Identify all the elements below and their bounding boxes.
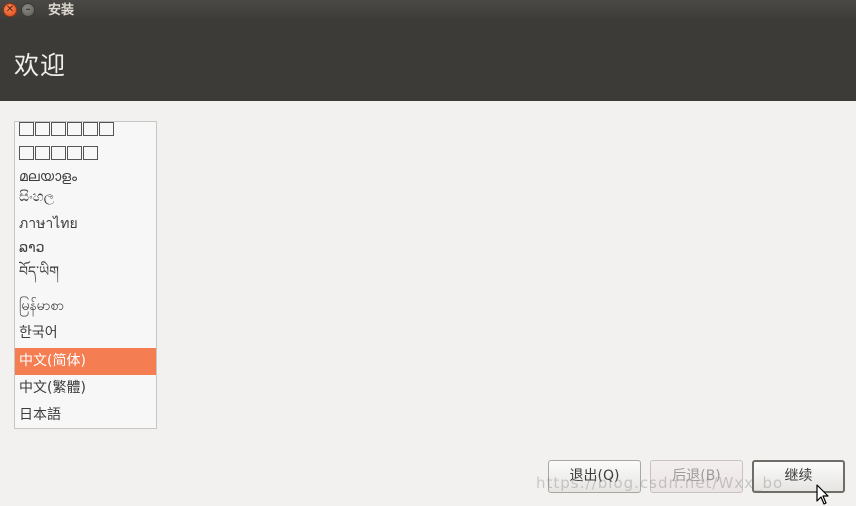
minimize-icon: – [25, 4, 31, 15]
language-item[interactable]: 한국어 [15, 320, 156, 347]
language-item[interactable]: ภาษาไทย [15, 211, 156, 238]
language-item[interactable] [15, 140, 156, 167]
language-item[interactable]: 日本語 [15, 402, 156, 428]
language-item[interactable]: සිංහල [15, 184, 156, 211]
window-title: 安装 [48, 3, 75, 18]
language-item[interactable]: မြန်မာစာ [15, 293, 156, 320]
minimize-window-button[interactable]: – [21, 3, 35, 17]
unrendered-glyphs-icon [19, 122, 115, 137]
title-bar: ✕ – 安装 [0, 0, 856, 22]
language-item[interactable]: 中文(繁體) [15, 375, 156, 402]
watermark: https://blog.csdn.net/Wxx_bo [536, 474, 784, 492]
language-item[interactable]: བོད་ཡིག [15, 259, 156, 286]
language-item[interactable]: ລາວ [15, 235, 156, 262]
page-title: 欢迎 [14, 51, 67, 80]
language-list[interactable]: മലയാളം සිංහල ภาษาไทย ລາວ བོད་ཡིག မြန်မာစ… [14, 121, 157, 429]
unrendered-glyphs-icon [19, 145, 99, 161]
close-window-button[interactable]: ✕ [3, 3, 17, 17]
close-icon: ✕ [5, 4, 15, 15]
mouse-pointer-icon [816, 484, 829, 505]
page-header: 欢迎 [0, 22, 856, 101]
language-item-selected[interactable]: 中文(简体) [15, 348, 156, 375]
